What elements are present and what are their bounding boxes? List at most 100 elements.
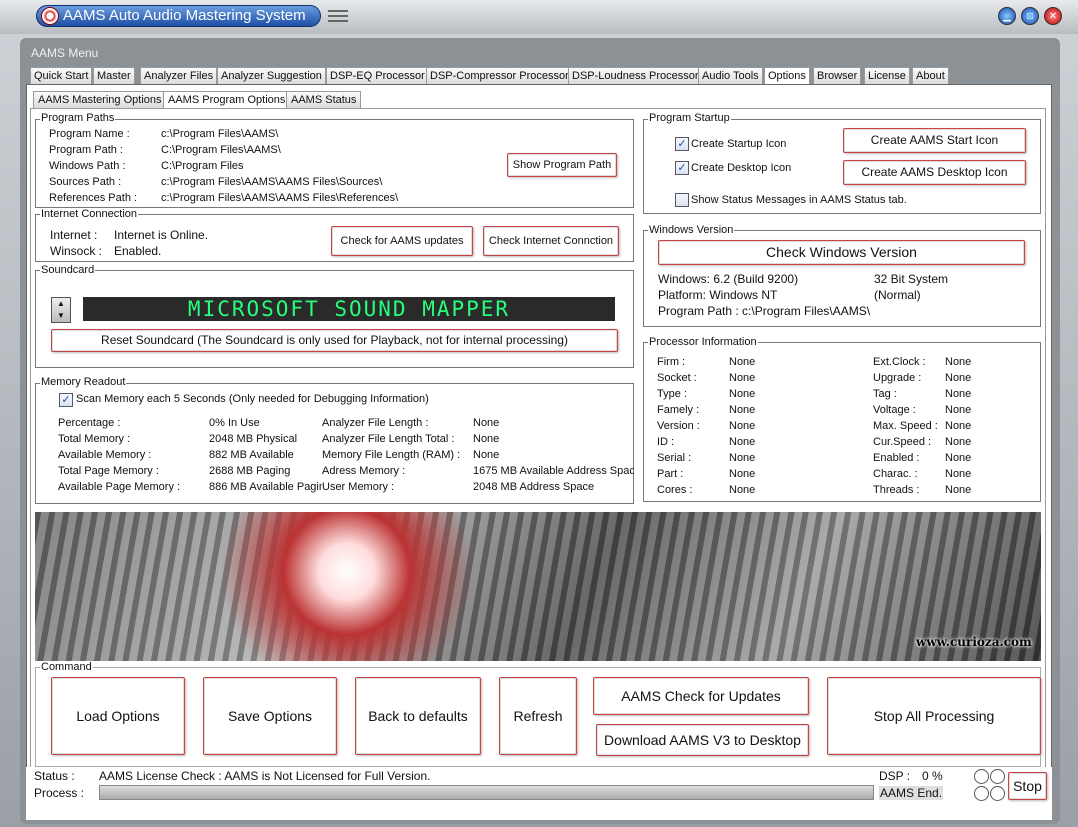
memory-label: Available Memory : xyxy=(58,449,152,461)
processor-label: Famely : xyxy=(657,404,700,416)
soundcard-title: Soundcard xyxy=(40,264,96,276)
memory-value: None xyxy=(473,433,500,445)
tab-options[interactable]: Options xyxy=(764,67,810,84)
memory-label: Total Memory : xyxy=(58,433,131,445)
end-status-text: AAMS End. xyxy=(879,786,944,800)
tab-master[interactable]: Master xyxy=(93,67,135,84)
windows-version-title: Windows Version xyxy=(648,224,735,236)
sources-path-value: c:\Program Files\AAMS\AAMS Files\Sources… xyxy=(161,176,383,188)
winsock-status: Enabled. xyxy=(114,244,162,258)
processor-value: None xyxy=(729,388,756,400)
processor-value: None xyxy=(945,452,972,464)
aams-check-updates-button[interactable]: AAMS Check for Updates xyxy=(593,677,809,715)
save-options-button[interactable]: Save Options xyxy=(203,677,337,755)
check-updates-button[interactable]: Check for AAMS updates xyxy=(331,226,473,256)
processor-label: Serial : xyxy=(657,452,692,464)
soundcard-spinner[interactable]: ▲ ▼ xyxy=(51,297,71,323)
processor-info-group xyxy=(643,342,1041,502)
winsock-label: Winsock : xyxy=(50,244,103,258)
indicator-circle-icon xyxy=(974,786,989,801)
processor-label: Threads : xyxy=(873,484,920,496)
processor-value: None xyxy=(945,468,972,480)
internet-label: Internet : xyxy=(50,228,98,242)
desktop-icon-label: Create Desktop Icon xyxy=(691,162,792,174)
load-options-button[interactable]: Load Options xyxy=(51,677,185,755)
processor-value: None xyxy=(729,404,756,416)
processor-value: None xyxy=(729,468,756,480)
check-internet-button[interactable]: Check Internet Connction xyxy=(483,226,619,256)
tab-dsp-loudness-processor[interactable]: DSP-Loudness Processor xyxy=(568,67,703,84)
memory-value: 0% In Use xyxy=(209,417,260,429)
processor-value: None xyxy=(729,372,756,384)
memory-label: Analyzer File Length : xyxy=(322,417,429,429)
check-windows-version-button[interactable]: Check Windows Version xyxy=(658,240,1025,265)
mode-text: (Normal) xyxy=(874,288,921,302)
processor-value: None xyxy=(945,404,972,416)
reset-soundcard-button[interactable]: Reset Soundcard (The Soundcard is only u… xyxy=(51,329,618,352)
internet-status: Internet is Online. xyxy=(114,228,209,242)
create-desktop-icon-button[interactable]: Create AAMS Desktop Icon xyxy=(843,160,1026,185)
platform-text: Platform: Windows NT xyxy=(658,288,778,302)
processor-info-title: Processor Information xyxy=(648,336,758,348)
processor-label: Tag : xyxy=(873,388,897,400)
memory-value: 2688 MB Paging xyxy=(209,465,291,477)
program-startup-title: Program Startup xyxy=(648,112,731,124)
tab-dsp-compressor-processor[interactable]: DSP-Compressor Processor xyxy=(426,67,573,84)
subtab-aams-status[interactable]: AAMS Status xyxy=(286,91,362,108)
system-bits-text: 32 Bit System xyxy=(874,272,949,286)
close-button[interactable]: ✕ xyxy=(1044,7,1062,25)
windows-program-path-text: Program Path : c:\Program Files\AAMS\ xyxy=(658,304,871,318)
memory-value: None xyxy=(473,417,500,429)
memory-label: Analyzer File Length Total : xyxy=(322,433,455,445)
processor-value: None xyxy=(729,436,756,448)
tab-audio-tools[interactable]: Audio Tools xyxy=(698,67,763,84)
memory-label: Adress Memory : xyxy=(322,465,406,477)
sources-path-label: Sources Path : xyxy=(49,176,122,188)
subtab-program-options[interactable]: AAMS Program Options xyxy=(163,91,291,108)
tab-about[interactable]: About xyxy=(912,67,949,84)
mixing-console-banner-image xyxy=(35,512,1041,661)
startup-icon-checkbox[interactable]: ✓ xyxy=(675,137,689,151)
processor-value: None xyxy=(729,484,756,496)
show-program-path-button[interactable]: Show Program Path xyxy=(507,153,617,177)
tab-analyzer-files[interactable]: Analyzer Files xyxy=(140,67,218,84)
processor-label: Charac. : xyxy=(873,468,918,480)
minimize-button[interactable]: ▁ xyxy=(998,7,1016,25)
stop-button[interactable]: Stop xyxy=(1008,772,1047,800)
create-start-icon-button[interactable]: Create AAMS Start Icon xyxy=(843,128,1026,153)
processor-label: Type : xyxy=(657,388,687,400)
tab-license[interactable]: License xyxy=(864,67,910,84)
dsp-label: DSP : xyxy=(879,769,911,783)
startup-icon-label: Create Startup Icon xyxy=(691,138,787,150)
subtab-mastering-options[interactable]: AAMS Mastering Options xyxy=(33,91,167,108)
memory-label: User Memory : xyxy=(322,481,395,493)
processor-label: Max. Speed : xyxy=(873,420,938,432)
processor-label: ID : xyxy=(657,436,675,448)
tab-browser[interactable]: Browser xyxy=(813,67,862,84)
processor-label: Cur.Speed : xyxy=(873,436,932,448)
maximize-button[interactable]: □ xyxy=(1021,7,1039,25)
command-title: Command xyxy=(40,661,93,673)
memory-label: Percentage : xyxy=(58,417,121,429)
status-messages-checkbox[interactable] xyxy=(675,193,689,207)
program-name-value: c:\Program Files\AAMS\ xyxy=(161,128,279,140)
tab-analyzer-suggestion[interactable]: Analyzer Suggestion xyxy=(217,67,326,84)
hamburger-menu-icon[interactable] xyxy=(328,10,348,22)
status-messages-label: Show Status Messages in AAMS Status tab. xyxy=(691,194,907,206)
download-aams-v3-button[interactable]: Download AAMS V3 to Desktop xyxy=(596,724,809,756)
scan-memory-checkbox[interactable]: ✓ xyxy=(59,393,73,407)
process-label: Process : xyxy=(34,786,85,800)
refresh-button[interactable]: Refresh xyxy=(499,677,577,755)
program-path-label: Program Path : xyxy=(49,144,123,156)
tab-quick-start[interactable]: Quick Start xyxy=(30,67,93,84)
desktop-icon-checkbox[interactable]: ✓ xyxy=(675,161,689,175)
stop-all-processing-button[interactable]: Stop All Processing xyxy=(827,677,1041,755)
memory-value: 1675 MB Available Address Space xyxy=(473,465,634,477)
tab-dsp-eq-processor[interactable]: DSP-EQ Processor xyxy=(326,67,429,84)
processor-label: Upgrade : xyxy=(873,372,922,384)
program-name-label: Program Name : xyxy=(49,128,130,140)
soundcard-display: MICROSOFT SOUND MAPPER xyxy=(83,297,615,321)
back-to-defaults-button[interactable]: Back to defaults xyxy=(355,677,481,755)
processor-value: None xyxy=(945,420,972,432)
processor-value: None xyxy=(729,452,756,464)
